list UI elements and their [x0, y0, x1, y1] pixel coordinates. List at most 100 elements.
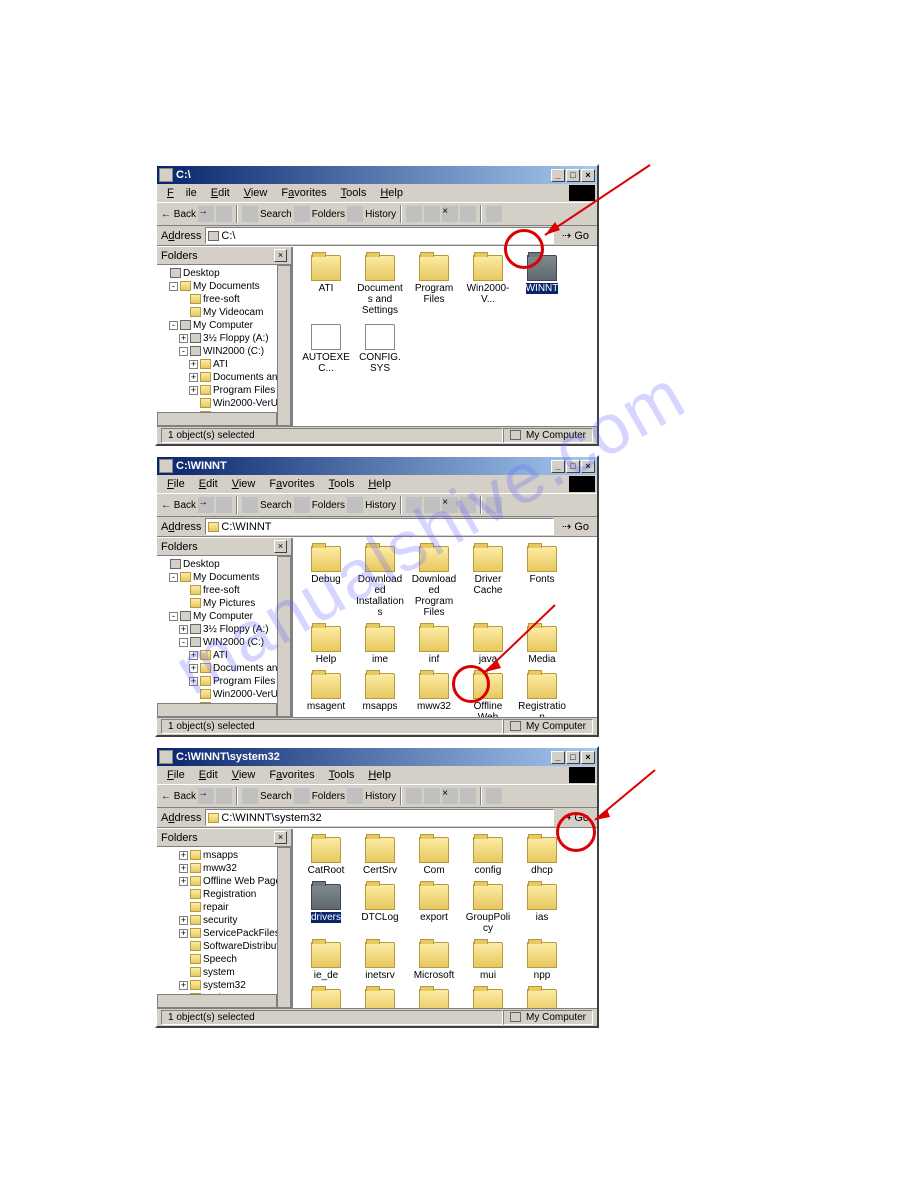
tree-node[interactable]: -My Documents: [159, 571, 289, 584]
file-item[interactable]: ie_de: [301, 942, 351, 981]
menu-view[interactable]: View: [238, 187, 274, 199]
tree-node[interactable]: SoftwareDistributi: [159, 940, 289, 953]
file-item[interactable]: ime: [355, 626, 405, 665]
minimize-button[interactable]: _: [551, 169, 565, 182]
forward-button[interactable]: →: [198, 788, 214, 804]
tree-node[interactable]: -My Computer: [159, 319, 289, 332]
menu-view[interactable]: View: [226, 478, 262, 490]
file-item[interactable]: Downloaded Program Files: [409, 546, 459, 618]
forward-button[interactable]: →: [198, 206, 214, 222]
up-button[interactable]: [216, 206, 232, 222]
scrollbar-horizontal[interactable]: [157, 703, 277, 717]
views-icon[interactable]: [486, 206, 502, 222]
expand-icon[interactable]: +: [179, 334, 188, 343]
search-button[interactable]: Search: [260, 500, 292, 511]
file-item[interactable]: drivers: [301, 884, 351, 934]
up-button[interactable]: [216, 497, 232, 513]
file-item[interactable]: DTCLog: [355, 884, 405, 934]
tree-node[interactable]: Desktop: [159, 267, 289, 280]
file-item[interactable]: Microsoft: [409, 942, 459, 981]
menu-edit[interactable]: Edit: [193, 769, 224, 781]
tree-node[interactable]: -My Computer: [159, 610, 289, 623]
expand-icon[interactable]: +: [179, 981, 188, 990]
menu-tools[interactable]: Tools: [323, 478, 361, 490]
expand-icon[interactable]: +: [179, 929, 188, 938]
tree-node[interactable]: +ServicePackFiles: [159, 927, 289, 940]
menu-help[interactable]: Help: [374, 187, 409, 199]
undo-icon[interactable]: [460, 206, 476, 222]
close-button[interactable]: ×: [581, 460, 595, 473]
copyto-icon[interactable]: [424, 788, 440, 804]
file-item[interactable]: Driver Cache: [463, 546, 513, 618]
file-item[interactable]: CONFIG.SYS: [355, 324, 405, 374]
moveto-icon[interactable]: [406, 497, 422, 513]
history-button[interactable]: History: [365, 500, 396, 511]
tree-node[interactable]: +msapps: [159, 849, 289, 862]
tree-node[interactable]: +security: [159, 914, 289, 927]
delete-icon[interactable]: ×: [442, 206, 458, 222]
folders-button[interactable]: Folders: [312, 500, 345, 511]
file-item[interactable]: Program Files: [409, 255, 459, 316]
file-item[interactable]: Win2000-V...: [463, 255, 513, 316]
address-combo[interactable]: C:\WINNT\system32: [205, 809, 554, 826]
maximize-button[interactable]: □: [566, 169, 580, 182]
undo-icon[interactable]: [460, 497, 476, 513]
tree-node[interactable]: +3½ Floppy (A:): [159, 623, 289, 636]
minimize-button[interactable]: _: [551, 460, 565, 473]
copyto-icon[interactable]: [424, 206, 440, 222]
file-item[interactable]: ras: [409, 989, 459, 1008]
tree-node[interactable]: +Offline Web Page: [159, 875, 289, 888]
expand-icon[interactable]: +: [179, 625, 188, 634]
expand-icon[interactable]: +: [189, 677, 198, 686]
tree-node[interactable]: system: [159, 966, 289, 979]
menu-favorites[interactable]: Favorites: [263, 478, 320, 490]
back-button[interactable]: ← Back: [161, 791, 196, 802]
file-item[interactable]: GroupPolicy: [463, 884, 513, 934]
maximize-button[interactable]: □: [566, 460, 580, 473]
views-icon[interactable]: [486, 497, 502, 513]
up-button[interactable]: [216, 788, 232, 804]
tree-node[interactable]: -My Documents: [159, 280, 289, 293]
tree-node[interactable]: +Documents and Setti: [159, 371, 289, 384]
menu-tools[interactable]: Tools: [335, 187, 373, 199]
expand-icon[interactable]: +: [189, 651, 198, 660]
file-item[interactable]: mui: [463, 942, 513, 981]
tree-node[interactable]: +system32: [159, 979, 289, 992]
file-item[interactable]: CatRoot: [301, 837, 351, 876]
search-button[interactable]: Search: [260, 209, 292, 220]
tree-node[interactable]: free-soft: [159, 293, 289, 306]
tree-node[interactable]: Speech: [159, 953, 289, 966]
back-button[interactable]: ← Back: [161, 209, 196, 220]
tree-node[interactable]: -WIN2000 (C:): [159, 636, 289, 649]
file-item[interactable]: Downloaded Installations: [355, 546, 405, 618]
expand-icon[interactable]: -: [169, 573, 178, 582]
forward-button[interactable]: →: [198, 497, 214, 513]
file-item[interactable]: CertSrv: [355, 837, 405, 876]
file-item[interactable]: dhcp: [517, 837, 567, 876]
scrollbar-horizontal[interactable]: [157, 994, 277, 1008]
tree-node[interactable]: +Program Files: [159, 384, 289, 397]
tree-node[interactable]: My Videocam: [159, 306, 289, 319]
tree-node[interactable]: -WIN2000 (C:): [159, 345, 289, 358]
copyto-icon[interactable]: [424, 497, 440, 513]
file-item[interactable]: Com: [409, 837, 459, 876]
file-item[interactable]: Offline Web Pages: [463, 673, 513, 717]
file-item[interactable]: rpcproxy: [517, 989, 567, 1008]
expand-icon[interactable]: +: [179, 877, 188, 886]
views-icon[interactable]: [486, 788, 502, 804]
tree-node[interactable]: Registration: [159, 888, 289, 901]
expand-icon[interactable]: -: [179, 638, 188, 647]
tree-node[interactable]: +ATI: [159, 649, 289, 662]
file-item[interactable]: ATI: [301, 255, 351, 316]
menu-favorites[interactable]: Favorites: [275, 187, 332, 199]
moveto-icon[interactable]: [406, 206, 422, 222]
tree-node[interactable]: +3½ Floppy (A:): [159, 332, 289, 345]
go-button[interactable]: ⇢ Go: [558, 229, 593, 242]
menu-file[interactable]: File: [161, 187, 203, 199]
expand-icon[interactable]: +: [189, 664, 198, 673]
file-item[interactable]: msagent: [301, 673, 351, 717]
expand-icon[interactable]: +: [179, 864, 188, 873]
content-pane[interactable]: CatRootCertSrvComconfigdhcpdriversDTCLog…: [293, 829, 597, 1008]
file-item[interactable]: npp: [517, 942, 567, 981]
close-button[interactable]: ×: [581, 169, 595, 182]
